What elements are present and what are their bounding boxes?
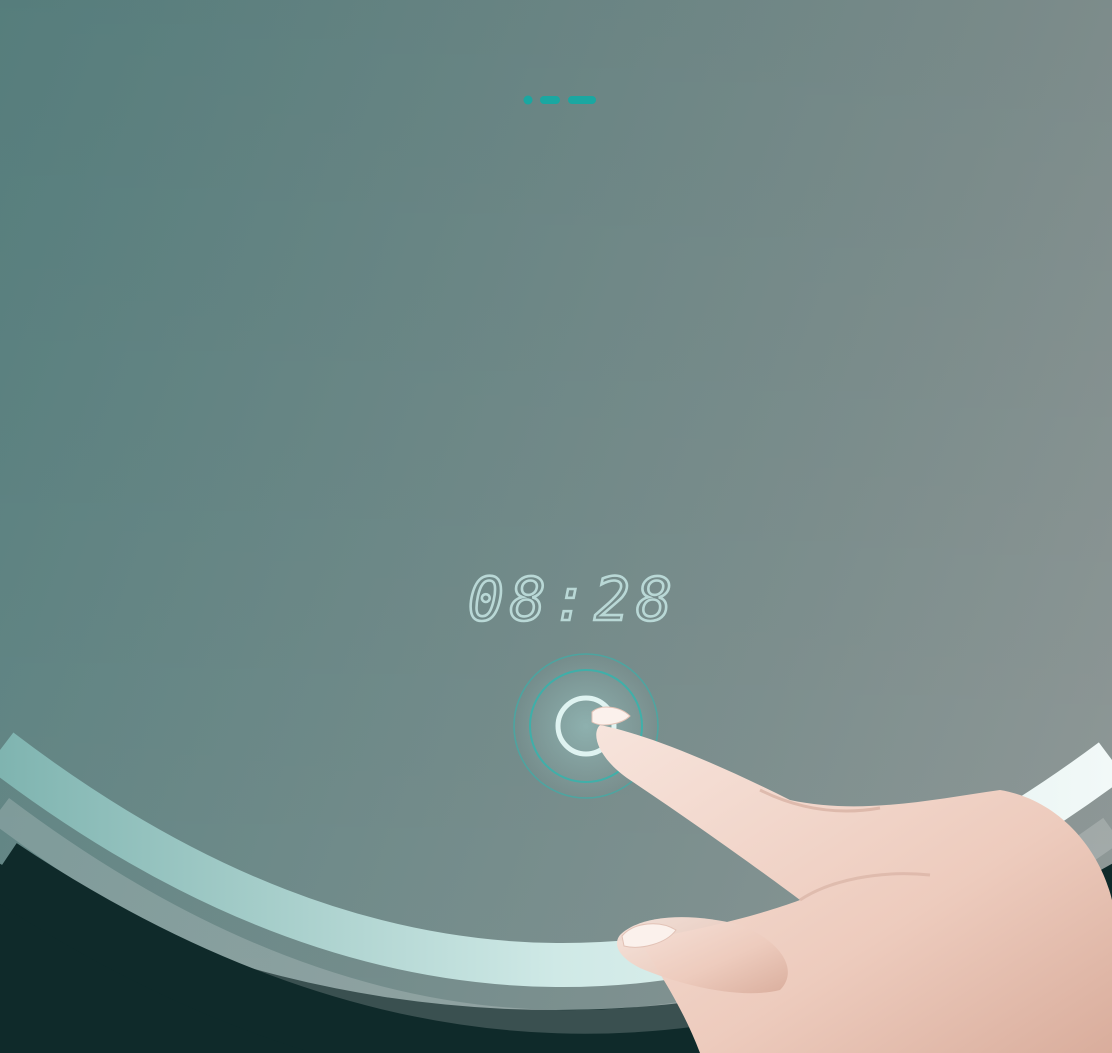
mirror-illustration: 08:28 — [0, 0, 1112, 1053]
mirror-scene: 08:28 — [0, 0, 1112, 1053]
clock-display: 08:28 — [468, 565, 679, 635]
